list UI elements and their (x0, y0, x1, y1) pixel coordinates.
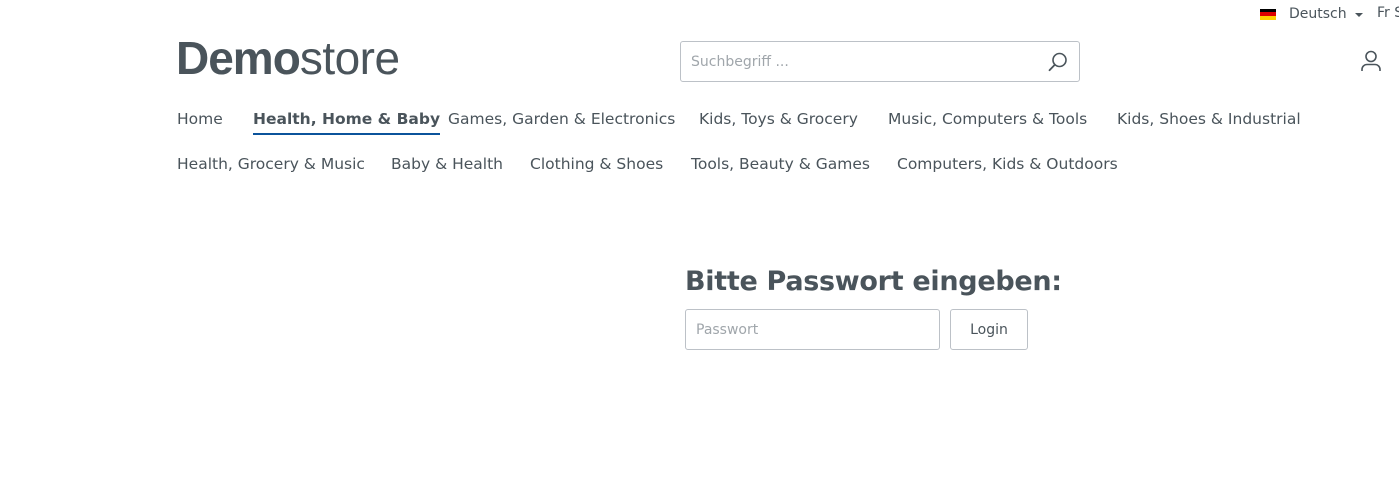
nav-item-computers-kids-outdoors[interactable]: Computers, Kids & Outdoors (897, 154, 1118, 174)
nav-item-kids-shoes-industrial[interactable]: Kids, Shoes & Industrial (1117, 109, 1301, 129)
chevron-down-icon (1354, 12, 1363, 17)
language-switcher[interactable]: Deutsch (1260, 5, 1363, 23)
user-icon (1361, 50, 1381, 71)
nav-item-health-grocery-music[interactable]: Health, Grocery & Music (177, 154, 365, 174)
search-button[interactable] (1047, 51, 1069, 73)
nav-item-games-garden-electronics[interactable]: Games, Garden & Electronics (448, 109, 675, 129)
login-button[interactable]: Login (950, 309, 1028, 350)
nav-item-health-home-baby[interactable]: Health, Home & Baby (253, 109, 441, 135)
search-icon (1048, 52, 1067, 72)
nav-item-tools-beauty-games[interactable]: Tools, Beauty & Games (691, 154, 870, 174)
language-label: Deutsch (1289, 6, 1347, 22)
nav-item-home[interactable]: Home (177, 109, 223, 129)
password-field[interactable] (685, 309, 940, 350)
store-logo[interactable]: Demo store (176, 35, 400, 83)
logo-light-text: store (299, 32, 400, 84)
logo-bold-text: Demo (176, 32, 301, 84)
account-button[interactable] (1359, 49, 1383, 73)
search-form (680, 41, 1080, 82)
nav-item-music-computers-tools[interactable]: Music, Computers & Tools (888, 109, 1087, 129)
german-flag-icon (1260, 8, 1276, 20)
currency-switcher[interactable]: Fr S (1377, 5, 1399, 21)
page-title: Bitte Passwort eingeben: (685, 266, 1062, 297)
top-bar: Deutsch Fr S (0, 0, 1399, 28)
nav-item-clothing-shoes[interactable]: Clothing & Shoes (530, 154, 663, 174)
search-input[interactable] (681, 42, 1036, 81)
nav-item-baby-health[interactable]: Baby & Health (391, 154, 503, 174)
nav-item-kids-toys-grocery[interactable]: Kids, Toys & Grocery (699, 109, 858, 129)
